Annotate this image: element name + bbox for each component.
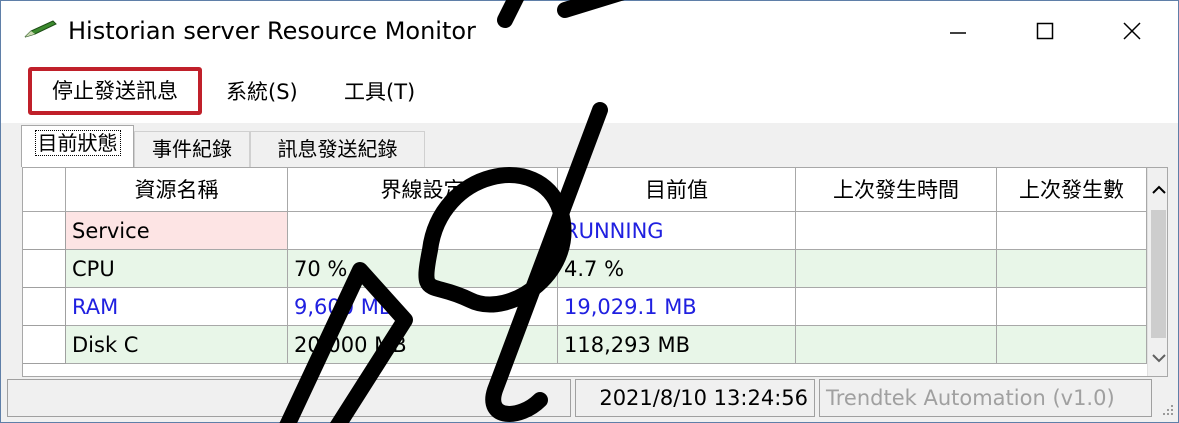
status-timestamp: 2021/8/10 13:24:56 (575, 379, 815, 417)
cell-resource-name[interactable]: Disk C (66, 326, 288, 364)
cell-last-count[interactable] (997, 326, 1147, 364)
row-header[interactable] (23, 250, 66, 288)
cell-limit[interactable]: 9,600 MB (288, 288, 558, 326)
column-header-last-time[interactable]: 上次發生時間 (796, 168, 997, 212)
tab-event-log[interactable]: 事件紀錄 (134, 131, 250, 167)
grid-corner-cell[interactable] (23, 168, 66, 212)
cell-last-time[interactable] (796, 212, 997, 250)
row-header[interactable] (23, 326, 66, 364)
tab-current-status-label: 目前狀態 (34, 130, 121, 156)
title-bar[interactable]: Historian server Resource Monitor (1, 1, 1178, 61)
scroll-up-button[interactable] (1148, 178, 1167, 202)
minimize-icon (950, 32, 966, 34)
menu-stop-messages[interactable]: 停止發送訊息 (28, 67, 202, 115)
cell-current-value[interactable]: 19,029.1 MB (558, 288, 796, 326)
maximize-button[interactable] (1003, 1, 1087, 61)
cell-last-count[interactable] (997, 212, 1147, 250)
main-window: Historian server Resource Monitor 停止發送訊息… (0, 0, 1179, 423)
column-header-current-value[interactable]: 目前值 (558, 168, 796, 212)
menu-bar: 停止發送訊息 系統(S) 工具(T) (1, 61, 1178, 123)
chevron-down-icon (1152, 354, 1166, 363)
scroll-down-button[interactable] (1148, 346, 1167, 370)
tab-current-status[interactable]: 目前狀態 (21, 125, 134, 167)
menu-tools[interactable]: 工具(T) (344, 75, 415, 109)
resource-grid[interactable]: 資源名稱 界線設定 目前值 上次發生時間 上次發生數 Service RUNNI… (22, 167, 1168, 377)
tab-event-log-label: 事件紀錄 (152, 137, 232, 161)
column-header-resource-name[interactable]: 資源名稱 (66, 168, 288, 212)
cell-last-time[interactable] (796, 250, 997, 288)
status-panel-message (7, 379, 571, 417)
cell-limit[interactable] (288, 212, 558, 250)
close-button[interactable] (1090, 1, 1174, 61)
row-header[interactable] (23, 288, 66, 326)
cell-resource-name[interactable]: Service (66, 212, 288, 250)
cell-last-count[interactable] (997, 250, 1147, 288)
column-header-last-count[interactable]: 上次發生數 (997, 168, 1147, 212)
menu-system[interactable]: 系統(S) (226, 75, 298, 109)
row-header[interactable] (23, 212, 66, 250)
cell-current-value[interactable]: 118,293 MB (558, 326, 796, 364)
menu-stop-messages-label: 停止發送訊息 (52, 79, 178, 103)
cell-resource-name[interactable]: RAM (66, 288, 288, 326)
window-title: Historian server Resource Monitor (68, 17, 476, 45)
tab-strip: 事件紀錄 訊息發送紀錄 目前狀態 (1, 123, 1178, 167)
tab-message-log[interactable]: 訊息發送紀錄 (250, 131, 425, 167)
chevron-up-icon (1152, 185, 1166, 194)
vertical-scrollbar[interactable] (1147, 168, 1167, 376)
cell-last-time[interactable] (796, 326, 997, 364)
cell-last-count[interactable] (997, 288, 1147, 326)
tab-message-log-label: 訊息發送紀錄 (277, 137, 398, 161)
cell-resource-name[interactable]: CPU (66, 250, 288, 288)
cell-last-time[interactable] (796, 288, 997, 326)
cell-current-value[interactable]: 4.7 % (558, 250, 796, 288)
maximize-icon (1036, 22, 1054, 40)
status-company: Trendtek Automation (v1.0) (819, 379, 1152, 417)
scroll-thumb[interactable] (1151, 210, 1166, 338)
cell-current-value[interactable]: RUNNING (558, 212, 796, 250)
cell-limit[interactable]: 20,000 MB (288, 326, 558, 364)
minimize-button[interactable] (916, 1, 1000, 61)
close-icon (1123, 22, 1141, 40)
green-pen-icon (24, 20, 57, 38)
cell-limit[interactable]: 70 % (288, 250, 558, 288)
resize-grip-icon[interactable] (1159, 401, 1175, 417)
status-bar: 2021/8/10 13:24:56 Trendtek Automation (… (1, 377, 1178, 422)
column-header-limit[interactable]: 界線設定 (288, 168, 558, 212)
